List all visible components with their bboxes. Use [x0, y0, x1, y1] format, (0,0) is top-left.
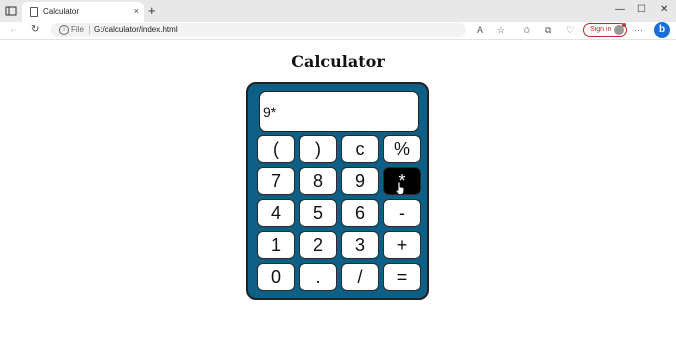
- key-decimal[interactable]: .: [299, 263, 337, 291]
- new-tab-button[interactable]: +: [148, 4, 156, 17]
- key-8[interactable]: 8: [299, 167, 337, 195]
- tab-title: Calculator: [43, 7, 80, 16]
- key-3[interactable]: 3: [341, 231, 379, 259]
- close-window-button[interactable]: ✕: [660, 4, 668, 15]
- back-icon[interactable]: ←: [9, 24, 19, 35]
- key-1[interactable]: 1: [257, 231, 295, 259]
- key-percent[interactable]: %: [383, 135, 421, 163]
- file-label: File: [71, 25, 84, 34]
- key-2[interactable]: 2: [299, 231, 337, 259]
- minimize-button[interactable]: —: [615, 4, 625, 15]
- key-close-paren[interactable]: ): [299, 135, 337, 163]
- address-bar-row: ← ↻ i File G:/calculator/index.html A ☆ …: [0, 22, 676, 40]
- hand-cursor-icon: [395, 181, 405, 195]
- key-5[interactable]: 5: [299, 199, 337, 227]
- refresh-icon[interactable]: ↻: [31, 24, 39, 35]
- page-title: Calculator: [291, 52, 385, 71]
- tab-calculator[interactable]: Calculator ×: [22, 2, 144, 22]
- key-equals[interactable]: =: [383, 263, 421, 291]
- url-text[interactable]: G:/calculator/index.html: [94, 25, 178, 34]
- key-9[interactable]: 9: [341, 167, 379, 195]
- key-4[interactable]: 4: [257, 199, 295, 227]
- read-aloud-icon[interactable]: A: [477, 25, 483, 35]
- sign-in-button[interactable]: Sign in: [583, 23, 627, 37]
- close-tab-icon[interactable]: ×: [134, 6, 139, 16]
- sign-in-label: Sign in: [590, 26, 612, 33]
- key-clear[interactable]: c: [341, 135, 379, 163]
- tab-strip: Calculator × + — ☐ ✕: [0, 0, 676, 22]
- notification-dot-icon: [622, 23, 626, 27]
- page-icon: [30, 7, 38, 17]
- display-value: 9*: [263, 104, 277, 120]
- tab-actions-icon[interactable]: [4, 4, 18, 18]
- info-icon[interactable]: i: [59, 25, 69, 35]
- key-add[interactable]: +: [383, 231, 421, 259]
- favorite-star-icon[interactable]: ☆: [497, 25, 505, 36]
- calculator-display: 9*: [259, 91, 419, 132]
- more-menu-icon[interactable]: ···: [634, 25, 643, 35]
- key-6[interactable]: 6: [341, 199, 379, 227]
- divider: [89, 25, 90, 34]
- key-open-paren[interactable]: (: [257, 135, 295, 163]
- key-subtract[interactable]: -: [383, 199, 421, 227]
- key-7[interactable]: 7: [257, 167, 295, 195]
- key-divide[interactable]: /: [341, 263, 379, 291]
- key-0[interactable]: 0: [257, 263, 295, 291]
- maximize-button[interactable]: ☐: [637, 4, 646, 15]
- browser-essentials-icon[interactable]: ♡: [566, 25, 574, 36]
- copilot-icon[interactable]: b: [654, 22, 670, 38]
- favorites-icon[interactable]: ✩: [523, 25, 531, 36]
- collections-icon[interactable]: ⧉: [545, 25, 551, 36]
- address-bar[interactable]: i File G:/calculator/index.html: [50, 23, 466, 37]
